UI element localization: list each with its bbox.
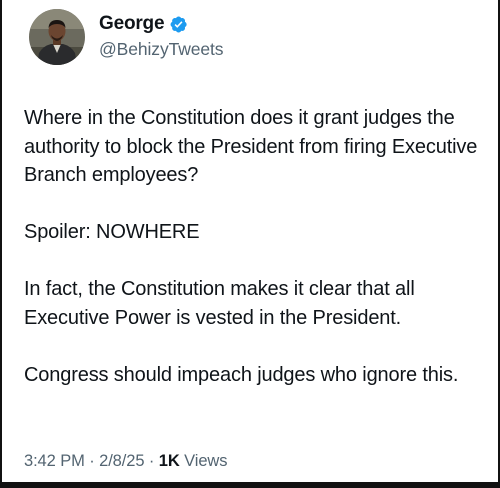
tweet-header: George @BehizyTweets [29,9,224,65]
tweet-meta: 3:42 PM · 2/8/25 · 1K Views [24,452,227,471]
tweet-time[interactable]: 3:42 PM [24,452,85,470]
avatar[interactable] [29,9,85,65]
tweet-date[interactable]: 2/8/25 [99,452,144,470]
profile-photo-avatar [29,9,85,65]
tweet-paragraph: Spoiler: NOWHERE [24,221,200,243]
tweet-paragraph: Where in the Constitution does it grant … [24,107,478,186]
meta-separator: · [148,452,159,470]
author-names: George @BehizyTweets [99,9,224,60]
tweet-paragraph: Congress should impeach judges who ignor… [24,363,459,386]
tweet-body: Where in the Constitution does it grant … [24,104,494,389]
verified-badge-icon [169,15,188,34]
views-count: 1K [158,452,180,470]
views-label: Views [184,452,228,470]
user-handle[interactable]: @BehizyTweets [99,39,224,60]
tweet-card: George @BehizyTweets Where in the Consti… [0,0,500,488]
display-name[interactable]: George [99,13,165,35]
meta-separator: · [89,452,100,470]
tweet-paragraph: In fact, the Constitution makes it clear… [24,278,415,329]
name-row: George [99,12,223,36]
